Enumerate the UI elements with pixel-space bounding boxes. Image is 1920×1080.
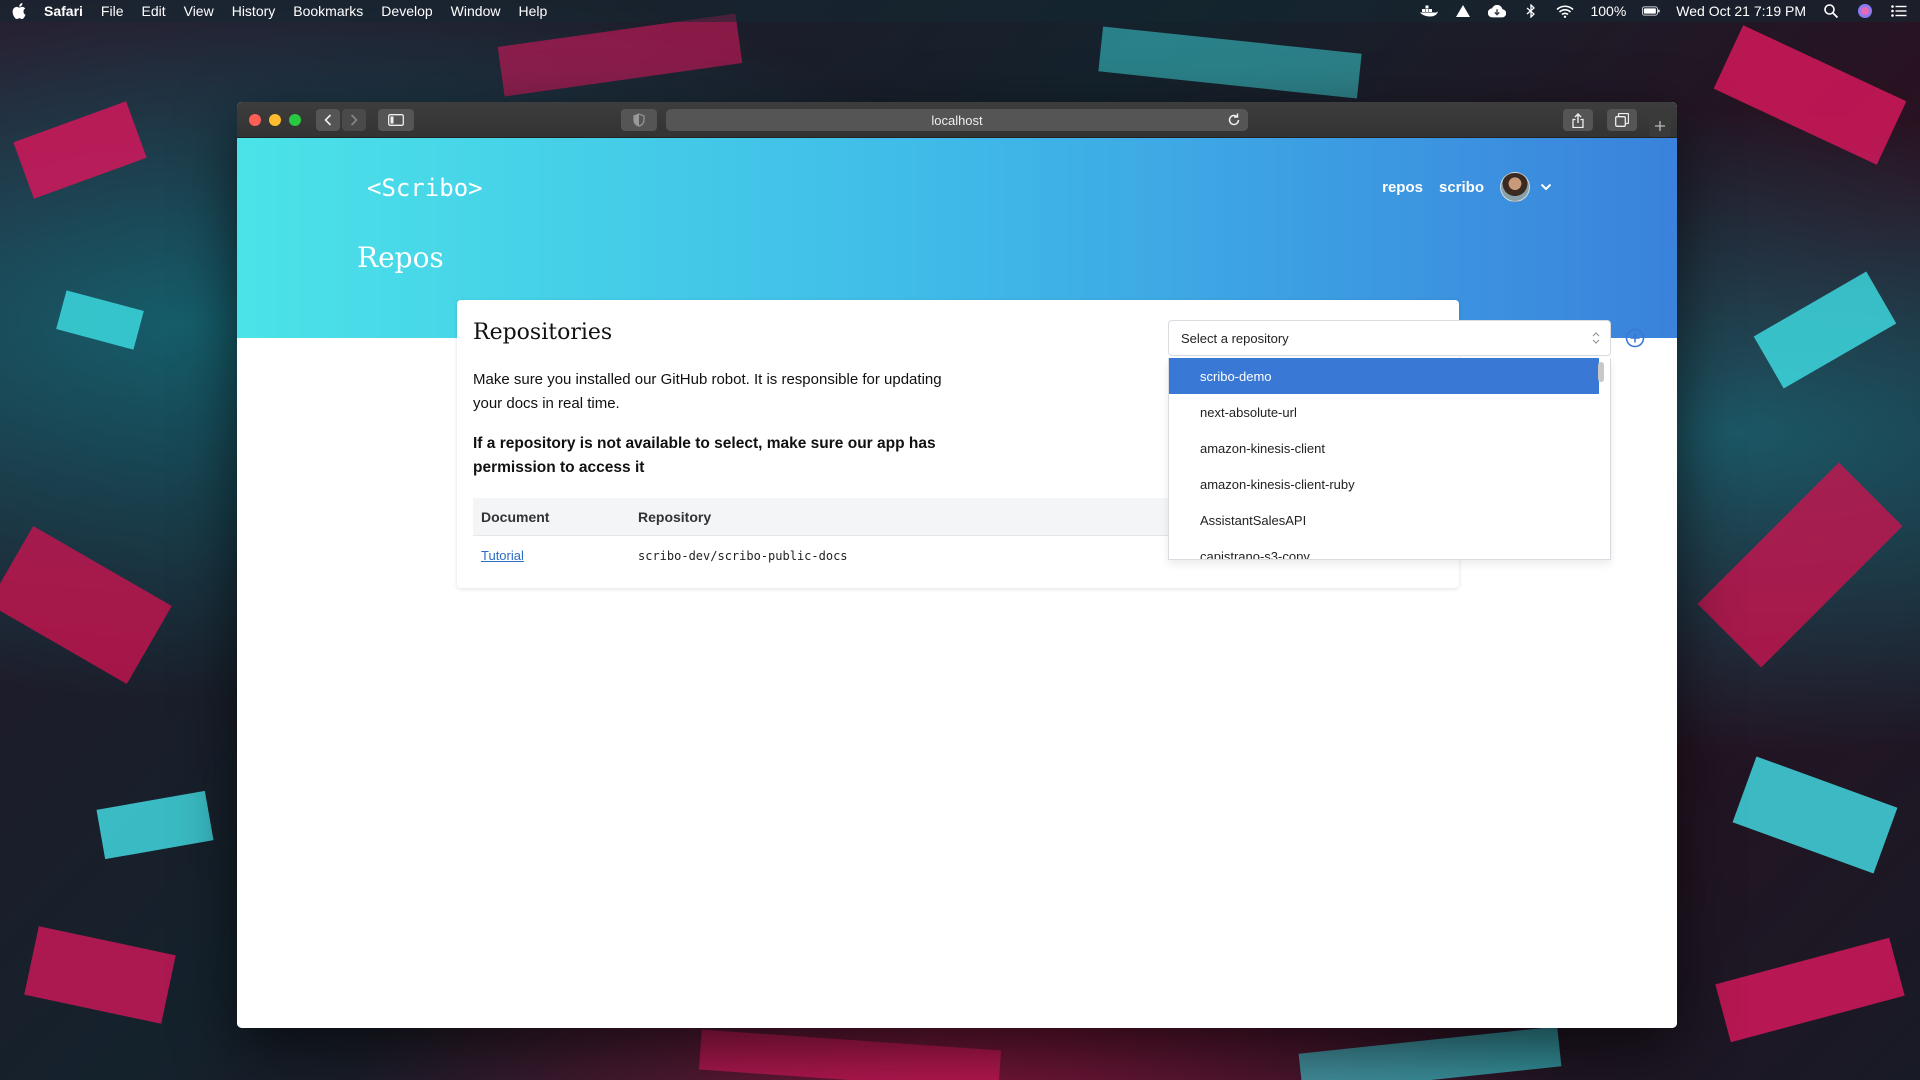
menu-file[interactable]: File (101, 3, 124, 19)
web-page: <Scribo> repos scribo Repos Repositories… (237, 138, 1677, 1028)
nav-user-link[interactable]: scribo (1439, 179, 1484, 196)
bluetooth-icon[interactable] (1522, 4, 1540, 18)
share-button[interactable] (1563, 109, 1593, 131)
permission-warning-text: If a repository is not available to sele… (473, 435, 936, 476)
siri-icon[interactable] (1856, 4, 1874, 18)
apple-icon[interactable] (12, 3, 26, 19)
page-title: Repos (357, 241, 444, 274)
tabs-overview-button[interactable] (1607, 109, 1637, 131)
menu-history[interactable]: History (232, 3, 276, 19)
zoom-window-icon[interactable] (289, 113, 301, 126)
menu-app-name[interactable]: Safari (44, 3, 83, 19)
menu-edit[interactable]: Edit (141, 3, 165, 19)
wifi-icon[interactable] (1556, 4, 1575, 18)
plus-icon (1655, 121, 1665, 131)
shield-icon (633, 113, 645, 127)
dropdown-option[interactable]: capistrano-s3-copy (1169, 538, 1599, 560)
privacy-report-button[interactable] (621, 109, 657, 131)
menu-view[interactable]: View (184, 3, 214, 19)
drive-icon[interactable] (1454, 4, 1472, 18)
repository-dropdown: scribo-demo next-absolute-url amazon-kin… (1168, 358, 1611, 560)
reload-icon[interactable] (1226, 112, 1242, 128)
dropdown-option[interactable]: amazon-kinesis-client-ruby (1169, 466, 1599, 502)
dropdown-scrollbar[interactable] (1598, 362, 1604, 382)
column-header-document: Document (481, 508, 550, 525)
notification-center-icon[interactable] (1890, 4, 1908, 18)
select-placeholder: Select a repository (1181, 330, 1289, 346)
repository-select[interactable]: Select a repository (1168, 320, 1611, 356)
add-repository-icon[interactable] (1625, 328, 1645, 348)
menu-clock[interactable]: Wed Oct 21 7:19 PM (1676, 3, 1806, 19)
minimize-window-icon[interactable] (269, 113, 281, 126)
browser-toolbar: localhost (237, 102, 1677, 138)
top-nav: repos scribo (1382, 172, 1552, 202)
dropdown-option[interactable]: amazon-kinesis-client (1169, 430, 1599, 466)
cloud-icon[interactable] (1488, 4, 1507, 18)
close-window-icon[interactable] (249, 113, 261, 126)
chevron-left-icon (324, 114, 332, 126)
back-button[interactable] (316, 109, 340, 131)
dropdown-option[interactable]: scribo-demo (1169, 358, 1599, 394)
forward-button[interactable] (342, 109, 366, 131)
select-arrows-icon (1592, 332, 1600, 344)
menu-help[interactable]: Help (518, 3, 547, 19)
menu-bar: Safari File Edit View History Bookmarks … (0, 0, 1920, 22)
install-robot-text: Make sure you installed our GitHub robot… (473, 371, 942, 412)
new-tab-button[interactable] (1649, 115, 1671, 137)
battery-icon[interactable] (1642, 4, 1660, 18)
chevron-right-icon (350, 114, 358, 126)
dropdown-option[interactable]: next-absolute-url (1169, 394, 1599, 430)
card-title: Repositories (473, 320, 613, 345)
chevron-down-icon[interactable] (1540, 183, 1552, 191)
docker-icon[interactable] (1420, 4, 1439, 18)
spotlight-icon[interactable] (1822, 4, 1840, 18)
url-text: localhost (931, 112, 983, 128)
repository-name: scribo-dev/scribo-public-docs (638, 548, 848, 563)
menu-bookmarks[interactable]: Bookmarks (293, 3, 363, 19)
user-avatar[interactable] (1500, 172, 1530, 202)
dropdown-option[interactable]: AssistantSalesAPI (1169, 502, 1599, 538)
battery-percent: 100% (1590, 3, 1627, 19)
browser-window: localhost <Scribo> repos scribo Repos Re… (237, 102, 1677, 1028)
share-icon (1572, 112, 1584, 128)
menu-develop[interactable]: Develop (381, 3, 432, 19)
tabs-icon (1615, 113, 1629, 127)
document-link[interactable]: Tutorial (481, 548, 524, 563)
menu-window[interactable]: Window (451, 3, 501, 19)
site-logo[interactable]: <Scribo> (367, 174, 483, 202)
repositories-card: Repositories Make sure you installed our… (457, 300, 1645, 588)
nav-repos-link[interactable]: repos (1382, 179, 1423, 196)
sidebar-icon (388, 114, 404, 126)
window-controls (249, 113, 301, 126)
dropdown-options: scribo-demo next-absolute-url amazon-kin… (1169, 358, 1599, 560)
address-bar[interactable]: localhost (666, 109, 1248, 131)
sidebar-button[interactable] (378, 109, 414, 131)
